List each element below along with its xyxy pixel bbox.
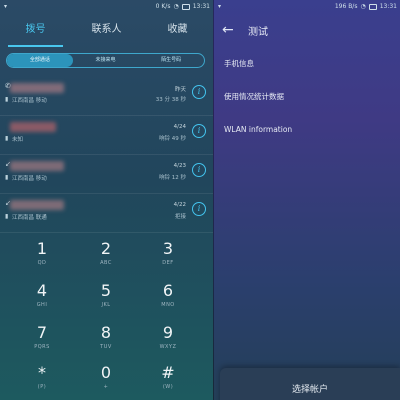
call-location: 江西南昌 移动	[12, 98, 47, 104]
call-log-item[interactable]: ↙ ▮ 江西南昌 移动 4/23 响铃 12 秒 i	[0, 155, 213, 194]
call-log-item[interactable]: ▮ 未知 4/24 响铃 49 秒 i	[0, 116, 213, 155]
key-letters: GHI	[36, 302, 48, 308]
battery-icon	[181, 3, 190, 10]
info-icon[interactable]: i	[192, 202, 206, 216]
sim-card-icon: ▮	[5, 135, 9, 142]
network-speed: 196 B/s	[334, 3, 358, 10]
network-speed: 0 K/s	[155, 3, 171, 10]
sim-card-icon: ▮	[5, 96, 9, 103]
dialer-tabs: 拨号 联系人 收藏	[0, 13, 213, 47]
key-digit: 4	[36, 281, 48, 300]
contact-name-redacted	[10, 83, 64, 93]
key-digit: 5	[100, 281, 112, 300]
call-filter: 全部通话 未接来电 陌生号码	[6, 53, 205, 68]
key-digit: 6	[162, 281, 174, 300]
key-letters: (W)	[162, 384, 174, 390]
wifi-icon: ◔	[360, 3, 366, 10]
key-letters: WXYZ	[159, 344, 177, 350]
call-log-item[interactable]: ✆ ▮ 江西南昌 移动 昨天 33 分 38 秒 i	[0, 77, 213, 116]
key-letters: MNO	[161, 302, 175, 308]
key-letters: TUV	[100, 344, 112, 350]
key-3[interactable]: 3 DEF	[138, 239, 198, 267]
key-4[interactable]: 4 GHI	[12, 281, 72, 309]
wifi-icon: ◔	[173, 3, 179, 10]
status-bar: ▾ 196 B/s ◔ 13:31	[214, 0, 400, 13]
call-duration: 33 分 38 秒	[155, 97, 186, 103]
key-letters: (P)	[37, 384, 47, 390]
key-star[interactable]: * (P)	[12, 363, 72, 391]
key-letters: ABC	[100, 260, 112, 266]
call-location: 江西南昌 移动	[12, 176, 47, 182]
key-letters: +	[103, 384, 109, 390]
battery-icon	[368, 3, 377, 10]
call-location: 江西南昌 联通	[12, 215, 47, 221]
clock: 13:31	[192, 3, 210, 10]
key-digit: 9	[162, 323, 174, 342]
filter-unknown-numbers[interactable]: 陌生号码	[138, 54, 204, 67]
call-date: 4/24	[173, 124, 186, 130]
key-letters: JKL	[101, 302, 111, 308]
key-9[interactable]: 9 WXYZ	[138, 323, 198, 351]
notification-icon: ▾	[4, 3, 8, 10]
key-8[interactable]: 8 TUV	[76, 323, 136, 351]
call-date: 昨天	[174, 87, 186, 93]
call-duration: 响铃 12 秒	[159, 175, 186, 181]
menu-item-wlan-info[interactable]: WLAN information	[214, 113, 400, 146]
filter-all-calls[interactable]: 全部通话	[7, 54, 73, 67]
filter-missed-calls[interactable]: 未接来电	[73, 54, 139, 67]
call-log-item[interactable]: ↙ ▮ 江西南昌 联通 4/22 拒接 i	[0, 194, 213, 233]
key-digit: 1	[36, 239, 48, 258]
call-date: 4/22	[173, 202, 186, 208]
call-date: 4/23	[173, 163, 186, 169]
sheet-title: 选择帐户	[291, 385, 328, 395]
key-digit: 8	[100, 323, 112, 342]
call-duration: 响铃 49 秒	[159, 136, 186, 142]
sim-card-icon: ▮	[5, 213, 9, 220]
info-icon[interactable]: i	[192, 163, 206, 177]
info-icon[interactable]: i	[192, 124, 206, 138]
tab-dial[interactable]: 拨号	[0, 13, 71, 47]
key-digit: 0	[100, 363, 112, 382]
tab-contacts[interactable]: 联系人	[71, 13, 142, 47]
arrow-left-icon[interactable]: ←	[222, 22, 244, 38]
key-letters: PQRS	[34, 344, 50, 350]
key-letters: QD	[37, 260, 47, 266]
key-0[interactable]: 0 +	[76, 363, 136, 391]
test-settings-panel: ▾ 196 B/s ◔ 13:31 ← 测试 手机信息 使用情况统计数据 WLA…	[213, 0, 400, 400]
key-letters: DEF	[162, 260, 174, 266]
key-digit: 2	[100, 239, 112, 258]
call-duration: 拒接	[174, 214, 186, 220]
contact-name-redacted	[10, 122, 56, 132]
key-digit: #	[161, 363, 175, 382]
key-1[interactable]: 1 QD	[12, 239, 72, 267]
key-hash[interactable]: # (W)	[138, 363, 198, 391]
account-chooser-sheet[interactable]: 选择帐户	[220, 368, 400, 400]
menu-item-phone-info[interactable]: 手机信息	[214, 47, 400, 80]
key-digit: 7	[36, 323, 48, 342]
notification-icon: ▾	[218, 3, 222, 10]
status-bar: ▾ 0 K/s ◔ 13:31	[0, 0, 213, 13]
tab-favorites[interactable]: 收藏	[142, 13, 213, 47]
key-7[interactable]: 7 PQRS	[12, 323, 72, 351]
info-icon[interactable]: i	[192, 85, 206, 99]
call-location: 未知	[12, 137, 24, 143]
contact-name-redacted	[10, 161, 64, 171]
sim-card-icon: ▮	[5, 174, 9, 181]
page-title: 测试	[248, 26, 268, 38]
menu-item-usage-stats[interactable]: 使用情况统计数据	[214, 80, 400, 113]
app-bar: ← 测试	[214, 13, 400, 47]
dialer-panel: ▾ 0 K/s ◔ 13:31 拨号 联系人 收藏 全部通话 未接来电 陌生号码…	[0, 0, 213, 400]
key-6[interactable]: 6 MNO	[138, 281, 198, 309]
clock: 13:31	[379, 3, 397, 10]
key-2[interactable]: 2 ABC	[76, 239, 136, 267]
key-5[interactable]: 5 JKL	[76, 281, 136, 309]
contact-name-redacted	[10, 200, 64, 210]
call-log: ✆ ▮ 江西南昌 移动 昨天 33 分 38 秒 i ▮ 未知 4/24 响铃 …	[0, 77, 213, 233]
key-digit: *	[38, 363, 46, 382]
key-digit: 3	[162, 239, 174, 258]
